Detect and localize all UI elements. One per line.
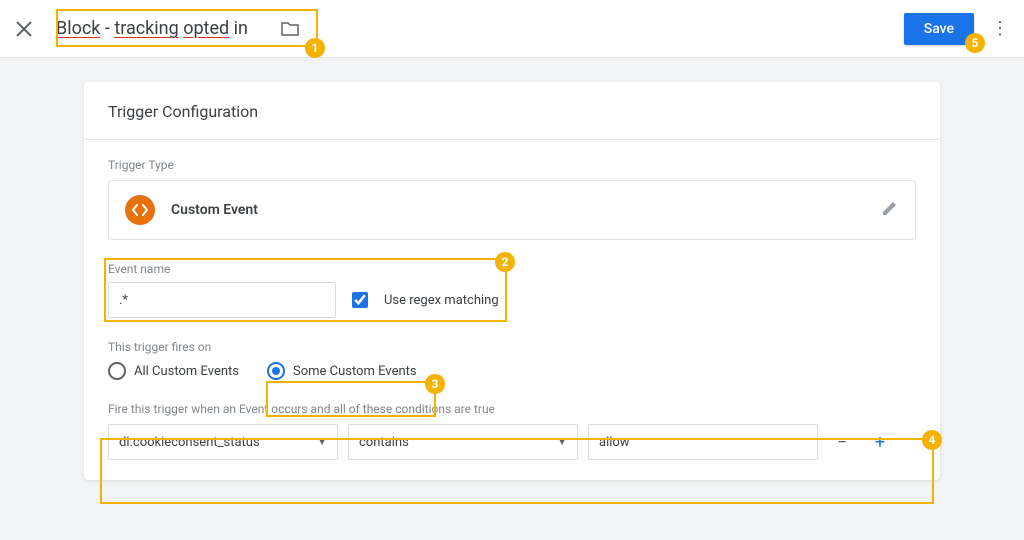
edit-trigger-type-icon[interactable] bbox=[881, 199, 899, 221]
event-name-label: Event name bbox=[108, 262, 916, 276]
radio-off-icon bbox=[108, 362, 126, 380]
chevron-down-icon: ▼ bbox=[557, 437, 567, 448]
trigger-type-row[interactable]: Custom Event bbox=[108, 180, 916, 240]
regex-checkbox[interactable] bbox=[352, 292, 368, 308]
condition-variable-select[interactable]: dl.cookieconsent_status ▼ bbox=[108, 424, 338, 460]
event-name-input[interactable] bbox=[108, 282, 336, 318]
card-title: Trigger Configuration bbox=[84, 82, 940, 140]
radio-some-events[interactable]: Some Custom Events bbox=[267, 362, 417, 380]
condition-row: dl.cookieconsent_status ▼ contains ▼ − + bbox=[108, 424, 916, 460]
chevron-down-icon: ▼ bbox=[317, 437, 327, 448]
add-condition-button[interactable]: + bbox=[866, 432, 894, 453]
radio-some-label: Some Custom Events bbox=[293, 364, 417, 379]
trigger-type-label: Trigger Type bbox=[108, 158, 916, 172]
radio-on-icon bbox=[267, 362, 285, 380]
condition-operator-value: contains bbox=[359, 435, 409, 450]
regex-checkbox-label: Use regex matching bbox=[384, 293, 499, 308]
fires-on-radio-group: All Custom Events Some Custom Events bbox=[108, 362, 916, 380]
top-bar: Block - tracking opted in Save ⋮ bbox=[0, 0, 1024, 58]
trigger-config-card: Trigger Configuration Trigger Type Custo… bbox=[84, 82, 940, 480]
more-menu-icon[interactable]: ⋮ bbox=[988, 18, 1012, 39]
radio-all-label: All Custom Events bbox=[134, 364, 239, 379]
custom-event-icon bbox=[125, 195, 155, 225]
trigger-type-name: Custom Event bbox=[171, 202, 881, 218]
fires-on-label: This trigger fires on bbox=[108, 340, 916, 354]
condition-variable-value: dl.cookieconsent_status bbox=[119, 435, 260, 450]
condition-operator-select[interactable]: contains ▼ bbox=[348, 424, 578, 460]
trigger-name-input[interactable]: Block - tracking opted in bbox=[54, 14, 274, 43]
close-icon[interactable] bbox=[12, 17, 36, 41]
save-button[interactable]: Save bbox=[904, 13, 974, 45]
radio-all-events[interactable]: All Custom Events bbox=[108, 362, 239, 380]
condition-value-input[interactable] bbox=[588, 424, 818, 460]
remove-condition-button[interactable]: − bbox=[828, 432, 856, 453]
event-name-row: Use regex matching bbox=[108, 282, 916, 318]
conditions-label: Fire this trigger when an Event occurs a… bbox=[108, 402, 916, 416]
folder-icon[interactable] bbox=[280, 21, 300, 37]
